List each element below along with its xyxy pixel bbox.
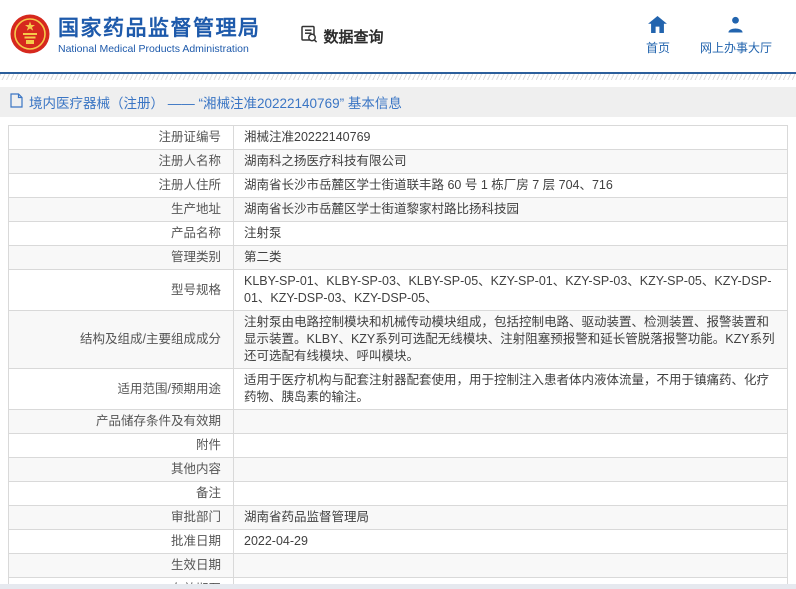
home-icon xyxy=(648,16,668,36)
row-label-text: 管理类别 xyxy=(170,250,221,264)
row-value: 湖南省药品监督管理局 xyxy=(233,505,788,530)
nav-online-hall[interactable]: 网上办事大厅 xyxy=(700,16,772,56)
row-value xyxy=(233,481,788,506)
org-name-zh: 国家药品监督管理局 xyxy=(58,16,261,40)
table-row: 注册人名称 湖南科之扬医疗科技有限公司 xyxy=(8,149,788,174)
row-label: 批准日期 xyxy=(8,529,234,554)
info-table-body: 注册证编号 湘械注准20222140769 注册人名称 湖南科之扬医疗科技有限公司 注册… xyxy=(8,125,788,589)
table-row: 型号规格 KLBY-SP-01、KLBY-SP-03、KLBY-SP-05、KZY… xyxy=(8,269,788,311)
row-value: 湖南省长沙市岳麓区学士街道黎家村路比扬科技园 xyxy=(233,197,788,222)
row-label: 注册人名称 xyxy=(8,149,234,174)
table-row: 审批部门 湖南省药品监督管理局 xyxy=(8,505,788,530)
table-row: 备注 xyxy=(8,481,788,506)
table-row: 其他内容 xyxy=(8,457,788,482)
row-label: 附件 xyxy=(8,433,234,458)
row-label: 备注 xyxy=(8,481,234,506)
row-label-text: 备注 xyxy=(195,486,221,500)
row-label-text: 型号规格 xyxy=(170,282,221,297)
row-label: 管理类别 xyxy=(8,245,234,270)
header-right-nav: 首页 网上办事大厅 xyxy=(646,16,786,56)
site-logo-link[interactable]: 国家药品监督管理局 National Medical Products Admi… xyxy=(10,14,261,59)
table-row: 批准日期 2022-04-29 xyxy=(8,529,788,554)
table-row: 注册人住所 湖南省长沙市岳麓区学士街道联丰路 60 号 1 栋厂房 7 层 704… xyxy=(8,173,788,198)
breadcrumb-text: 境内医疗器械（注册） —— “湘械注准20222140769” 基本信息 xyxy=(29,96,402,111)
row-value: 湘械注准20222140769 xyxy=(233,125,788,150)
nav-data-query[interactable]: 数据查询 xyxy=(299,24,384,48)
row-value xyxy=(233,457,788,482)
row-label-text: 批准日期 xyxy=(170,534,221,548)
row-value: 适用于医疗机构与配套注射器配套使用，用于控制注入患者体内液体流量，不用于镇痛药、… xyxy=(233,368,788,410)
table-row: 结构及组成/主要组成成分 注射泵由电路控制模块和机械传动模块组成，包括控制电路、驱… xyxy=(8,310,788,369)
row-value: 2022-04-29 xyxy=(233,529,788,554)
row-label: 生产地址 xyxy=(8,197,234,222)
nav-online-hall-label: 网上办事大厅 xyxy=(699,41,772,55)
table-row: 产品储存条件及有效期 xyxy=(8,409,788,434)
row-label: 产品名称 xyxy=(8,221,234,246)
org-name-en: National Medical Products Administration xyxy=(58,43,249,56)
row-label: 产品储存条件及有效期 xyxy=(8,409,234,434)
row-label-text: 注册人名称 xyxy=(158,154,221,168)
row-label-text: 注册证编号 xyxy=(158,130,221,144)
row-value: 第二类 xyxy=(233,245,788,270)
row-label: 结构及组成/主要组成成分 xyxy=(8,310,234,369)
table-row: 产品名称 注射泵 xyxy=(8,221,788,246)
row-label: 适用范围/预期用途 xyxy=(8,368,234,410)
row-label-text: 生效日期 xyxy=(170,558,221,572)
row-label: 生效日期 xyxy=(8,553,234,578)
row-value: KLBY-SP-01、KLBY-SP-03、KLBY-SP-05、KZY-SP-… xyxy=(233,269,788,311)
table-row: 附件 xyxy=(8,433,788,458)
user-icon xyxy=(727,16,744,36)
row-value: 湖南科之扬医疗科技有限公司 xyxy=(233,149,788,174)
nav-home[interactable]: 首页 xyxy=(646,16,670,56)
row-value xyxy=(233,433,788,458)
row-label-text: 附件 xyxy=(195,438,221,452)
row-label: 注册证编号 xyxy=(8,125,234,150)
nav-data-query-label: 数据查询 xyxy=(323,28,384,46)
document-icon xyxy=(10,93,23,111)
row-label-text: 生产地址 xyxy=(170,202,221,216)
row-label: 审批部门 xyxy=(8,505,234,530)
row-value: 湖南省长沙市岳麓区学士街道联丰路 60 号 1 栋厂房 7 层 704、716 xyxy=(233,173,788,198)
row-label: 注册人住所 xyxy=(8,173,234,198)
national-emblem-icon xyxy=(10,14,50,59)
row-label-text: 审批部门 xyxy=(170,510,221,524)
header-hatch-divider xyxy=(0,74,796,80)
nav-home-label: 首页 xyxy=(645,41,670,55)
data-query-icon xyxy=(299,24,319,48)
breadcrumb: 境内医疗器械（注册） —— “湘械注准20222140769” 基本信息 xyxy=(0,87,796,117)
footer-strip xyxy=(0,584,796,589)
row-label-text: 产品名称 xyxy=(170,226,221,240)
row-value: 注射泵由电路控制模块和机械传动模块组成，包括控制电路、驱动装置、检测装置、报警装… xyxy=(233,310,788,369)
row-label: 其他内容 xyxy=(8,457,234,482)
row-label-text: 其他内容 xyxy=(170,462,221,476)
table-row: 适用范围/预期用途 适用于医疗机构与配套注射器配套使用，用于控制注入患者体内液体流… xyxy=(8,368,788,410)
registration-info-table: 注册证编号 湘械注准20222140769 注册人名称 湖南科之扬医疗科技有限公司 注册… xyxy=(8,125,788,589)
table-row: 注册证编号 湘械注准20222140769 xyxy=(8,125,788,150)
row-label-text: 结构及组成/主要组成成分 xyxy=(80,332,221,346)
table-row: 生效日期 xyxy=(8,553,788,578)
row-label: 型号规格 xyxy=(8,269,234,311)
table-row: 管理类别 第二类 xyxy=(8,245,788,270)
row-value xyxy=(233,553,788,578)
site-header: 国家药品监督管理局 National Medical Products Admi… xyxy=(0,0,796,74)
row-label-text: 注册人住所 xyxy=(158,178,221,192)
table-row: 生产地址 湖南省长沙市岳麓区学士街道黎家村路比扬科技园 xyxy=(8,197,788,222)
row-label-text: 适用范围/预期用途 xyxy=(117,381,221,396)
row-value xyxy=(233,409,788,434)
row-value: 注射泵 xyxy=(233,221,788,246)
row-label-text: 产品储存条件及有效期 xyxy=(95,414,221,428)
